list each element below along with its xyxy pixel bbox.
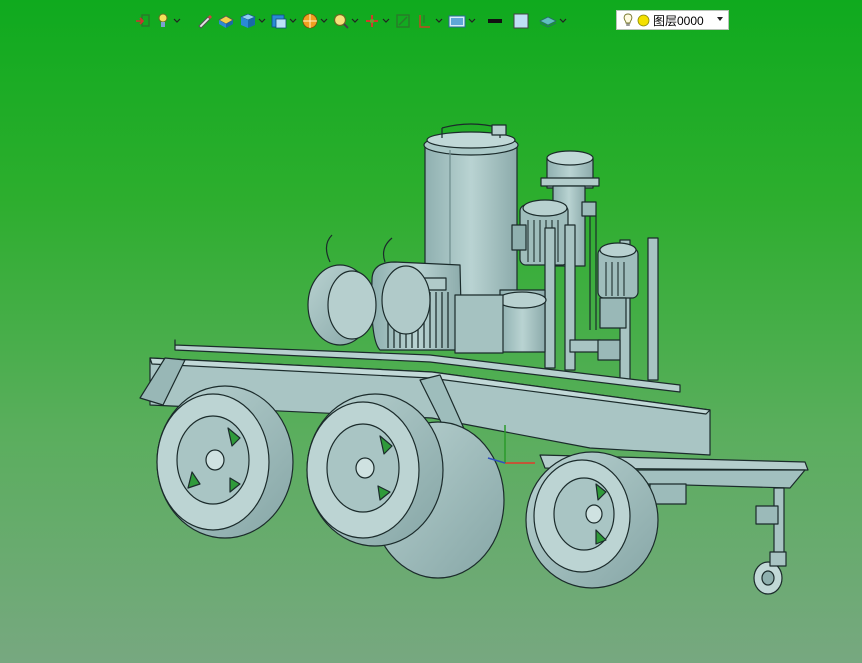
chevron-down-icon xyxy=(382,18,390,23)
jockey-wheel xyxy=(753,487,787,595)
view-light-icon xyxy=(158,13,168,27)
cube-view-button[interactable] xyxy=(239,10,266,32)
motor-2 xyxy=(597,242,639,329)
render-sphere-icon xyxy=(302,13,318,29)
chevron-down-icon xyxy=(289,18,297,23)
lightbulb-icon xyxy=(623,13,633,26)
shaded-solid-icon xyxy=(218,15,234,28)
sketch-button[interactable] xyxy=(195,10,213,32)
display-mode-button[interactable] xyxy=(270,10,297,32)
chevron-down-icon xyxy=(258,18,266,23)
layer-selector[interactable]: 图层0000 xyxy=(616,10,729,30)
wheel-rear-right xyxy=(525,451,659,589)
zoom-fit-icon xyxy=(333,13,349,29)
view-light-button[interactable] xyxy=(156,10,181,32)
layer-stack-icon xyxy=(539,16,557,28)
view-orient-icon xyxy=(136,14,150,27)
layer-stack-button[interactable] xyxy=(538,10,567,32)
view-toolbar xyxy=(134,10,571,32)
wheel-front-left xyxy=(156,385,294,539)
chevron-down-icon xyxy=(559,18,567,23)
chevron-down-icon xyxy=(320,18,328,23)
chevron-down-icon xyxy=(435,18,443,23)
cursor-axis-icon xyxy=(366,15,378,27)
view-orient-button[interactable] xyxy=(134,10,152,32)
3d-viewport[interactable]: 图层0000 xyxy=(0,0,862,663)
dimension-button[interactable] xyxy=(416,10,443,32)
dimension-icon xyxy=(419,15,430,28)
pencil-sketch-icon xyxy=(198,15,212,29)
layer-name: 图层0000 xyxy=(653,13,704,28)
layer-color-dot xyxy=(637,14,650,26)
chevron-down-icon xyxy=(351,18,359,23)
section-view-icon xyxy=(396,14,410,28)
dropdown-arrow-icon[interactable] xyxy=(716,16,724,22)
shaded-solid-button[interactable] xyxy=(217,10,235,32)
display-mode-icon xyxy=(271,14,287,29)
fill-color-icon xyxy=(513,13,529,29)
render-button[interactable] xyxy=(301,10,328,32)
zoom-fit-button[interactable] xyxy=(332,10,359,32)
line-color-button[interactable] xyxy=(486,10,504,32)
cad-model[interactable] xyxy=(0,0,862,663)
cube-view-icon xyxy=(239,13,257,28)
camera-view-icon xyxy=(448,15,466,28)
wheel-mid-left xyxy=(306,393,444,547)
chevron-down-icon xyxy=(468,18,476,23)
line-color-icon xyxy=(488,19,502,23)
motor-1 xyxy=(511,199,569,266)
camera-view-button[interactable] xyxy=(447,10,476,32)
axis-cursor-button[interactable] xyxy=(363,10,390,32)
heater-drum xyxy=(307,234,431,346)
fill-color-button[interactable] xyxy=(512,10,530,32)
chevron-down-icon xyxy=(173,18,181,23)
section-view-button[interactable] xyxy=(394,10,412,32)
